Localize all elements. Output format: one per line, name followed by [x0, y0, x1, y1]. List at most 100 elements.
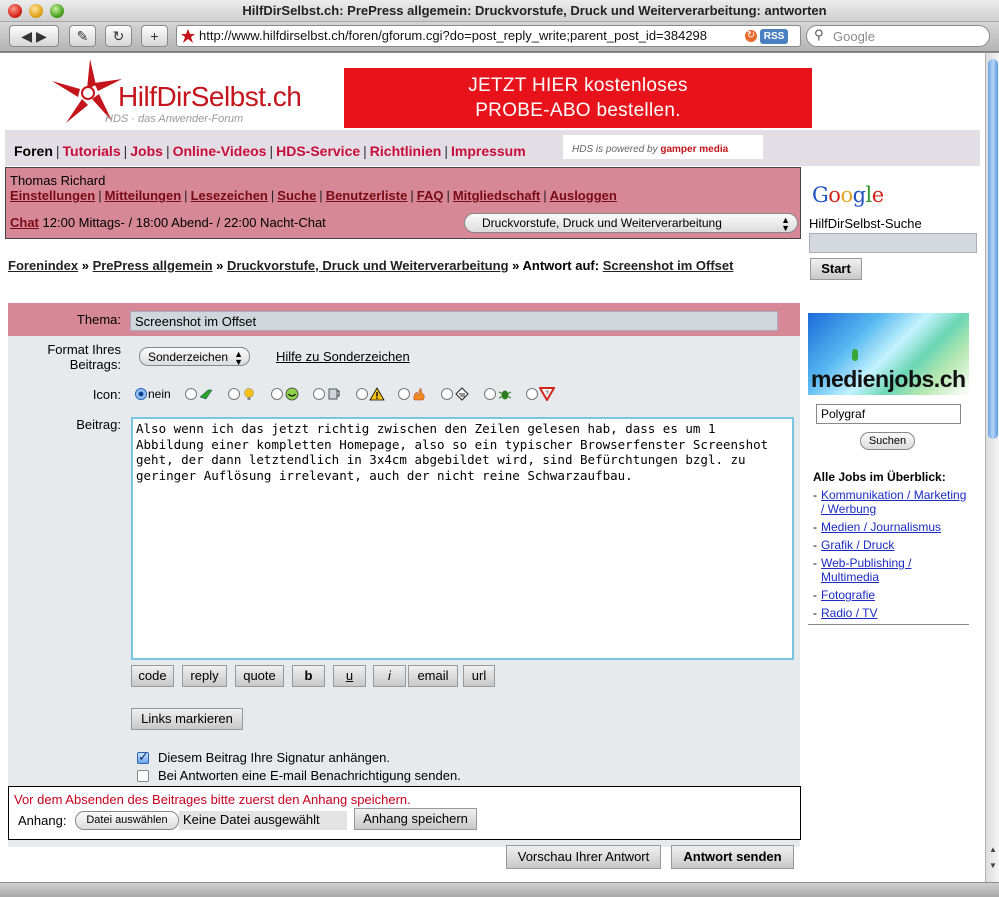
jobs-search-input[interactable]: Polygraf — [816, 404, 961, 424]
nav-item-tutorials[interactable]: Tutorials — [63, 143, 121, 159]
rss-badge[interactable]: RSS — [760, 29, 788, 44]
user-menu-mitteilungen[interactable]: Mitteilungen — [105, 188, 182, 203]
job-link-web-publishing[interactable]: Web-Publishing / Multimedia — [821, 556, 912, 584]
beitrag-label: Beitrag: — [76, 417, 121, 432]
nav-item-impressum[interactable]: Impressum — [451, 143, 526, 159]
promo-banner[interactable]: JETZT HIER kostenloses PROBE-ABO bestell… — [344, 68, 812, 128]
icon-radio-2[interactable] — [227, 387, 240, 400]
site-search-start-button[interactable]: Start — [810, 258, 862, 280]
search-placeholder: Google — [833, 29, 875, 44]
nav-item-foren[interactable]: Foren — [14, 143, 53, 159]
scroll-down-arrow-icon[interactable]: ▼ — [988, 861, 998, 875]
breadcrumb-prepress[interactable]: PrePress allgemein — [93, 258, 213, 273]
breadcrumb-current-thread[interactable]: Screenshot im Offset — [603, 258, 734, 273]
reply-button[interactable]: reply — [182, 665, 227, 687]
nav-item-online-videos[interactable]: Online-Videos — [173, 143, 267, 159]
forward-arrow-icon: ▶ — [35, 28, 47, 44]
list-item: Radio / TV — [813, 606, 971, 620]
plus-icon: + — [150, 28, 159, 44]
icon-radio-8[interactable] — [483, 387, 496, 400]
signature-checkbox[interactable] — [137, 749, 149, 765]
user-menu-faq[interactable]: FAQ — [417, 188, 444, 203]
job-link-fotografie[interactable]: Fotografie — [821, 588, 875, 602]
thema-label: Thema: — [76, 312, 121, 327]
logo-tagline: HDS · das Anwender-Forum — [105, 113, 244, 125]
chat-info: Chat 12:00 Mittags- / 18:00 Abend- / 22:… — [10, 215, 326, 230]
document-icon — [455, 386, 469, 401]
icon-picker: nein ? — [135, 385, 565, 403]
nav-item-jobs[interactable]: Jobs — [130, 143, 163, 159]
banner-line-2: PROBE-ABO bestellen. — [475, 100, 681, 121]
jobs-heading: Alle Jobs im Überblick: — [813, 470, 946, 484]
list-item: Kommunikation / Marketing / Werbung — [813, 488, 971, 516]
icon-radio-7[interactable] — [441, 387, 454, 400]
icon-radio-5[interactable] — [355, 387, 368, 400]
thema-input[interactable]: Screenshot im Offset — [130, 311, 778, 331]
chat-times: 12:00 Mittags- / 18:00 Abend- / 22:00 Na… — [42, 215, 326, 230]
quote-button[interactable]: quote — [235, 665, 284, 687]
url-text[interactable]: http://www.hilfdirselbst.ch/foren/gforum… — [199, 28, 719, 43]
attachment-warning: Vor dem Absenden des Beitrages bitte zue… — [14, 792, 411, 807]
nav-item-hds-service[interactable]: HDS-Service — [276, 143, 360, 159]
breadcrumb-forenindex[interactable]: Forenindex — [8, 258, 78, 273]
beitrag-textarea[interactable]: Also wenn ich das jetzt richtig zwischen… — [131, 417, 794, 660]
medienjobs-banner[interactable]: medienjobs.ch — [808, 313, 969, 395]
url-button[interactable]: url — [463, 665, 495, 687]
job-link-kommunikation[interactable]: Kommunikation / Marketing / Werbung — [821, 488, 966, 516]
vertical-scrollbar[interactable]: ▲ ▼ — [985, 53, 999, 882]
user-menu-einstellungen[interactable]: Einstellungen — [10, 188, 95, 203]
bold-button[interactable]: b — [292, 665, 325, 687]
icon-radio-4[interactable] — [313, 387, 326, 400]
links-markieren-button[interactable]: Links markieren — [131, 708, 243, 730]
scroll-up-arrow-icon[interactable]: ▲ — [988, 845, 998, 859]
breadcrumb-druckvorstufe[interactable]: Druckvorstufe, Druck und Weiterverarbeit… — [227, 258, 509, 273]
nav-item-richtlinien[interactable]: Richtlinien — [370, 143, 442, 159]
user-menu-ausloggen[interactable]: Ausloggen — [550, 188, 617, 203]
forum-select-value: Druckvorstufe, Druck und Weiterverarbeit… — [482, 216, 722, 230]
choose-file-button[interactable]: Datei auswählen — [75, 811, 179, 830]
site-logo[interactable]: HilfDirSelbst.ch HDS · das Anwender-Foru… — [52, 59, 302, 125]
underline-button[interactable]: u — [333, 665, 366, 687]
google-search-field[interactable]: ⚲ Google — [806, 25, 990, 47]
signature-label: Diesem Beitrag Ihre Signatur anhängen. — [158, 750, 390, 765]
back-forward-button[interactable]: ◀ ▶ — [9, 25, 59, 47]
format-select[interactable]: Sonderzeichen ▲ ▼ — [139, 347, 250, 367]
scrollbar-thumb[interactable] — [988, 59, 998, 439]
italic-button[interactable]: i — [373, 665, 406, 687]
reload-button[interactable]: ↻ — [105, 25, 132, 47]
send-reply-button[interactable]: Antwort senden — [671, 845, 794, 869]
icon-radio-1[interactable] — [185, 387, 198, 400]
google-logo: Google — [812, 183, 884, 207]
sonderzeichen-help-link[interactable]: Hilfe zu Sonderzeichen — [276, 349, 410, 364]
preview-reply-button[interactable]: Vorschau Ihrer Antwort — [506, 845, 661, 869]
job-link-medien[interactable]: Medien / Journalismus — [821, 520, 941, 534]
jobs-search-button[interactable]: Suchen — [860, 432, 915, 450]
forum-jump-select[interactable]: Druckvorstufe, Druck und Weiterverarbeit… — [464, 213, 798, 233]
job-link-grafik[interactable]: Grafik / Druck — [821, 538, 894, 552]
chat-link[interactable]: Chat — [10, 215, 39, 230]
icon-radio-none[interactable] — [135, 387, 147, 400]
job-link-radio-tv[interactable]: Radio / TV — [821, 606, 877, 620]
user-menu-lesezeichen[interactable]: Lesezeichen — [191, 188, 268, 203]
address-bar[interactable]: http://www.hilfdirselbst.ch/foren/gforum… — [176, 25, 801, 47]
icon-radio-9[interactable] — [526, 387, 539, 400]
snapback-icon[interactable]: ↻ — [745, 30, 757, 42]
site-search-label: HilfDirSelbst-Suche — [809, 216, 922, 231]
powered-by-badge[interactable]: HDS is powered by gamper media — [563, 135, 763, 159]
list-item: Medien / Journalismus — [813, 520, 971, 534]
banner-line-1: JETZT HIER kostenloses — [468, 75, 688, 96]
edit-page-button[interactable]: ✎ — [69, 25, 96, 47]
code-button[interactable]: code — [131, 665, 174, 687]
updown-arrows-icon: ▲ ▼ — [781, 215, 790, 233]
email-button[interactable]: email — [408, 665, 458, 687]
save-attachment-button[interactable]: Anhang speichern — [354, 808, 477, 830]
icon-radio-3[interactable] — [270, 387, 283, 400]
user-menu-benutzerliste[interactable]: Benutzerliste — [326, 188, 408, 203]
user-menu-mitgliedschaft[interactable]: Mitgliedschaft — [453, 188, 540, 203]
site-search-input[interactable] — [809, 233, 977, 253]
user-menu-suche[interactable]: Suche — [277, 188, 316, 203]
add-bookmark-button[interactable]: + — [141, 25, 168, 47]
page-viewport: HilfDirSelbst.ch HDS · das Anwender-Foru… — [0, 53, 985, 882]
notify-checkbox[interactable] — [137, 770, 149, 782]
icon-radio-6[interactable] — [398, 387, 411, 400]
